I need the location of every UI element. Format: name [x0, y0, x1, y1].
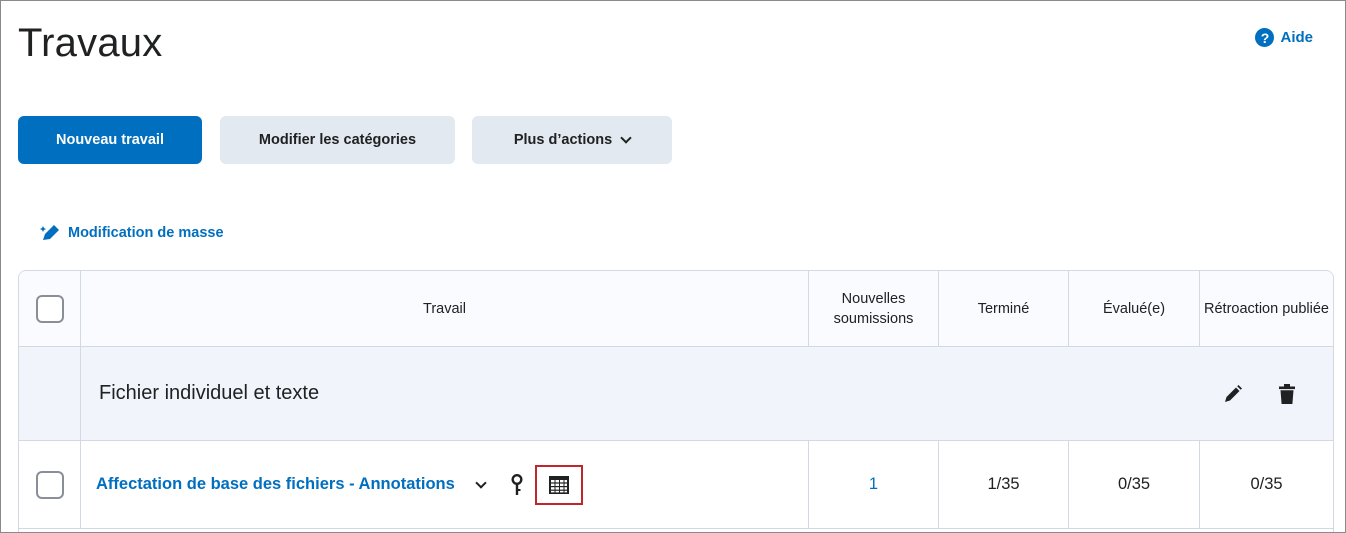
- pencil-icon[interactable]: [1223, 384, 1243, 404]
- bulk-edit-label: Modification de masse: [68, 225, 224, 241]
- rubric-grid-icon[interactable]: [534, 464, 583, 505]
- row-checkbox[interactable]: [35, 470, 64, 499]
- header-feedback: Rétroaction publiée: [1204, 300, 1329, 317]
- help-link[interactable]: ? Aide: [1255, 28, 1313, 47]
- trash-icon[interactable]: [1279, 383, 1295, 404]
- assignment-name-cell: Affectation de base des fichiers - Annot…: [81, 441, 809, 528]
- assignments-table: Travail Nouvelles soumissions Terminé Év…: [18, 270, 1334, 532]
- assignments-page: Travaux ? Aide Nouveau travail Modifier …: [0, 0, 1346, 533]
- edit-categories-button[interactable]: Modifier les catégories: [220, 116, 455, 164]
- feedback-value: 0/35: [1250, 475, 1283, 493]
- category-cell: Fichier individuel et texte: [81, 347, 1333, 440]
- new-submissions-link[interactable]: 1: [869, 475, 878, 494]
- header-completed: Terminé: [939, 271, 1069, 346]
- category-actions: [1223, 383, 1295, 404]
- graded-value: 0/35: [1117, 475, 1151, 493]
- help-label: Aide: [1280, 29, 1313, 46]
- table-header-row: Travail Nouvelles soumissions Terminé Év…: [19, 271, 1333, 347]
- feedback-cell: 0/35: [1200, 441, 1333, 528]
- page-title: Travaux: [18, 21, 163, 65]
- help-circle-icon: ?: [1255, 28, 1275, 47]
- row-check-cell: [19, 441, 81, 528]
- chevron-down-icon: [620, 131, 632, 144]
- chevron-down-icon[interactable]: [475, 476, 487, 489]
- category-name: Fichier individuel et texte: [99, 382, 320, 404]
- new-assignment-button[interactable]: Nouveau travail: [18, 116, 202, 164]
- graded-cell: 0/35: [1069, 441, 1200, 528]
- key-icon: [511, 473, 523, 496]
- more-actions-button[interactable]: Plus d’actions: [472, 116, 672, 164]
- completed-value: 1/35: [987, 475, 1020, 493]
- category-row: Fichier individuel et texte: [19, 347, 1333, 441]
- header-graded: Évalué(e): [1069, 271, 1200, 346]
- bulk-edit-link[interactable]: Modification de masse: [39, 223, 224, 243]
- select-all-checkbox[interactable]: [35, 294, 64, 323]
- pencil-sparkle-icon: [40, 225, 59, 240]
- more-actions-label: Plus d’actions: [513, 132, 613, 148]
- assignment-link[interactable]: Affectation de base des fichiers - Annot…: [96, 475, 455, 494]
- header-name[interactable]: Travail: [81, 271, 809, 346]
- new-submissions-cell: 1: [809, 441, 939, 528]
- select-all-cell: [19, 271, 81, 346]
- completed-cell: 1/35: [939, 441, 1069, 528]
- table-row: Affectation de base des fichiers - Annot…: [19, 441, 1333, 529]
- header-new-submissions: Nouvelles soumissions: [809, 271, 939, 346]
- category-check-cell: [19, 347, 81, 440]
